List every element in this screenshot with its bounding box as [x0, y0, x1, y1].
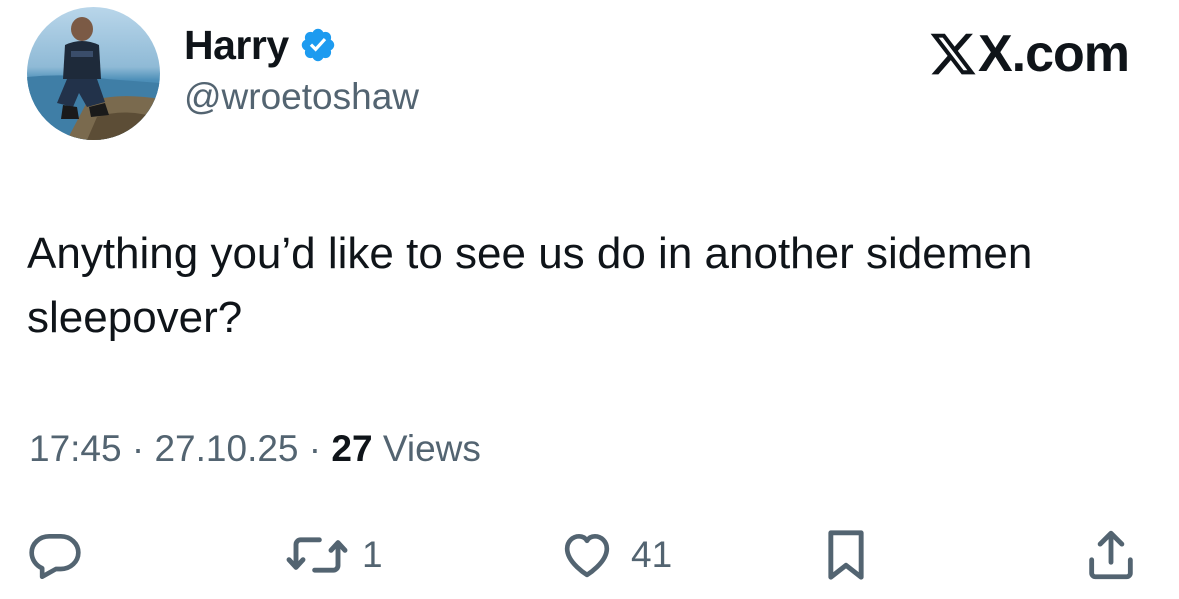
bookmark-icon: [818, 526, 874, 584]
tweet-time[interactable]: 17:45: [29, 428, 122, 469]
like-button[interactable]: 41: [557, 525, 672, 585]
reply-button[interactable]: [27, 525, 83, 585]
tweet-meta: 17:45 · 27.10.25 · 27 Views: [29, 428, 481, 470]
share-button[interactable]: [1082, 525, 1140, 585]
like-count: 41: [631, 534, 673, 575]
reply-icon: [27, 527, 83, 583]
bookmark-button[interactable]: [818, 525, 874, 585]
avatar[interactable]: [27, 7, 160, 140]
author-name[interactable]: Harry: [184, 22, 289, 69]
heart-icon: [557, 527, 617, 583]
author-name-row[interactable]: Harry: [184, 20, 337, 70]
tweet-card: Harry @wroetoshaw X.com Anything you’d l…: [0, 0, 1179, 599]
retweet-count: 1: [362, 534, 383, 575]
brand-text: X.com: [977, 25, 1130, 83]
brand-logo: X.com: [928, 22, 1130, 86]
views-label[interactable]: Views: [373, 428, 481, 469]
tweet-date[interactable]: 27.10.25: [154, 428, 298, 469]
tweet-text: Anything you’d like to see us do in anot…: [27, 229, 1033, 342]
share-icon: [1082, 526, 1140, 584]
avatar-image: [27, 7, 160, 140]
author-handle[interactable]: @wroetoshaw: [184, 76, 419, 118]
retweet-button[interactable]: 1: [286, 525, 383, 585]
x-logo-icon: [928, 29, 978, 79]
action-bar: 1 41: [0, 525, 1179, 585]
meta-separator: ·: [121, 428, 155, 469]
verified-badge-icon: [299, 26, 337, 64]
meta-separator: ·: [298, 428, 332, 469]
retweet-icon: [286, 527, 348, 583]
views-count[interactable]: 27: [331, 428, 372, 469]
